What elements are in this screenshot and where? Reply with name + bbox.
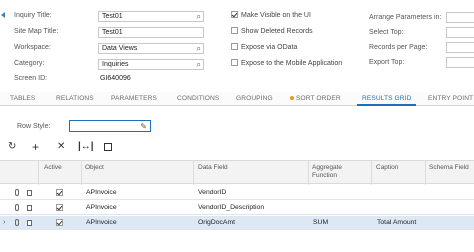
make-visible-checkbox[interactable]: Make Visible on the UI [231,11,311,19]
export-top-label: Export Top: [369,59,405,66]
site-map-title-label: Site Map Title: [14,28,59,35]
bottom-fade [0,232,474,252]
attachment-icon[interactable] [15,219,19,226]
column-header-aggregate-function[interactable]: Aggregate Function [312,164,356,180]
cell-object[interactable]: APInvoice [86,216,117,230]
attachment-icon[interactable] [15,204,19,211]
modified-dot-icon [290,96,294,100]
table-row[interactable]: APInvoice VendorID_Description [0,201,474,215]
select-top-field[interactable] [446,27,474,38]
export-top-field[interactable] [446,57,474,68]
magnifier-icon[interactable]: ⌕ [197,60,201,69]
records-per-page-label: Records per Page: [369,44,428,51]
cell-caption[interactable]: Total Amount [377,216,416,230]
cell-aggregate[interactable]: SUM [313,216,328,230]
screen-id-label: Screen ID: [14,75,48,82]
cell-data-field[interactable]: VendorID_Description [198,201,264,215]
column-header-active[interactable]: Active [44,164,62,172]
inquiry-title-label: Inquiry Title: [14,12,52,19]
fit-columns-icon[interactable]: |↔| [78,141,94,153]
arrange-parameters-label: Arrange Parameters in: [369,14,442,21]
show-deleted-checkbox[interactable]: Show Deleted Records [231,27,313,35]
pencil-icon[interactable]: ✎ [140,122,147,131]
cell-object[interactable]: APInvoice [86,201,117,215]
checkbox-icon[interactable] [231,43,238,50]
chevron-right-icon: › [3,219,6,226]
arrange-parameters-field[interactable] [446,12,474,23]
table-row[interactable]: APInvoice VendorID [0,186,474,200]
cell-object[interactable]: APInvoice [86,186,117,200]
grid-header: Active Object Data Field Aggregate Funct… [0,160,474,185]
checkbox-icon[interactable] [231,59,238,66]
tab-results-grid[interactable]: RESULTS GRID [357,92,417,106]
plus-icon[interactable]: + [32,141,39,153]
active-checkbox[interactable] [56,204,63,211]
active-checkbox[interactable] [56,189,63,196]
screen-id-value: GI640096 [100,75,131,82]
tab-grouping[interactable]: GROUPING [236,92,273,106]
active-checkbox[interactable] [56,219,63,226]
note-icon[interactable] [27,220,32,226]
attachment-icon[interactable] [15,189,19,196]
column-header-schema-field[interactable]: Schema Field [429,164,469,172]
expose-mobile-checkbox[interactable]: Expose to the Mobile Application [231,59,342,67]
cell-data-field[interactable]: OrigDocAmt [198,216,235,230]
workspace-field[interactable]: Data Views ⌕ [98,43,204,54]
tab-bar: TABLES RELATIONS PARAMETERS CONDITIONS G… [0,92,474,106]
workspace-label: Workspace: [14,44,51,51]
note-icon[interactable] [27,205,32,211]
row-style-input[interactable]: ✎ [69,120,151,132]
magnifier-icon[interactable]: ⌕ [197,12,201,21]
inquiry-title-field[interactable]: Test01 ⌕ [98,11,204,22]
cell-data-field[interactable]: VendorID [198,186,226,200]
tab-parameters[interactable]: PARAMETERS [111,92,157,106]
checkbox-checked-icon[interactable] [231,11,238,18]
checkbox-icon[interactable] [231,27,238,34]
records-per-page-field[interactable] [446,42,474,53]
tab-conditions[interactable]: CONDITIONS [177,92,219,106]
note-icon[interactable] [27,190,32,196]
collapse-arrow-icon[interactable] [1,12,5,18]
tab-sort-order[interactable]: SORT ORDER [290,92,341,106]
column-header-caption[interactable]: Caption [376,164,398,172]
refresh-icon[interactable]: ↻ [8,141,16,153]
column-header-object[interactable]: Object [85,164,104,172]
column-header-data-field[interactable]: Data Field [198,164,228,172]
x-icon[interactable]: ✕ [57,141,65,153]
magnifier-icon[interactable]: ⌕ [197,44,201,53]
site-map-title-field[interactable]: Test01 [98,27,204,38]
table-row-selected[interactable]: › APInvoice OrigDocAmt SUM Total Amount [0,216,474,230]
export-excel-icon[interactable] [104,143,112,151]
tab-relations[interactable]: RELATIONS [56,92,94,106]
expose-odata-checkbox[interactable]: Expose via OData [231,43,297,51]
category-field[interactable]: Inquiries ⌕ [98,59,204,70]
tab-entry-point[interactable]: ENTRY POINT [428,92,473,106]
tab-tables[interactable]: TABLES [10,92,35,106]
select-top-label: Select Top: [369,29,404,36]
row-style-label: Row Style: [17,123,51,130]
category-label: Category: [14,60,45,67]
